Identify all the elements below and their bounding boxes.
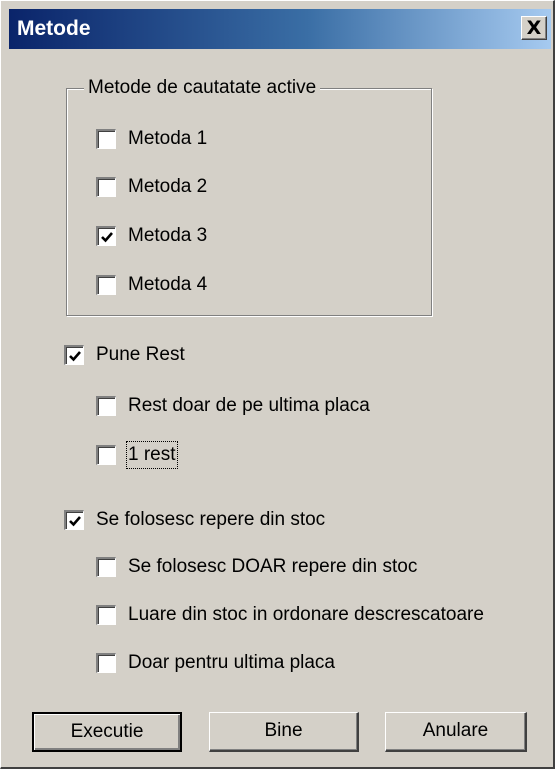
checkmark-icon — [101, 232, 113, 243]
checkbox-label: 1 rest — [126, 441, 178, 469]
checkbox-luare-din-stoc[interactable]: Luare din stoc in ordonare descrescatoar… — [96, 600, 484, 630]
checkbox-box[interactable] — [64, 510, 84, 530]
checkbox-rest-doar-ultima-placa[interactable]: Rest doar de pe ultima placa — [96, 391, 370, 421]
ok-button[interactable]: Bine — [209, 712, 359, 752]
checkbox-1-rest[interactable]: 1 rest — [96, 440, 178, 470]
checkbox-box[interactable] — [96, 275, 116, 295]
checkbox-metoda-2[interactable]: Metoda 2 — [96, 172, 207, 202]
checkbox-box[interactable] — [96, 557, 116, 577]
checkbox-box[interactable] — [96, 605, 116, 625]
checkbox-label: Metoda 1 — [128, 128, 208, 149]
checkbox-label: Metoda 3 — [128, 225, 208, 246]
checkbox-metoda-4[interactable]: Metoda 4 — [96, 270, 207, 300]
close-button[interactable]: X — [521, 16, 547, 40]
cancel-button[interactable]: Anulare — [385, 712, 527, 752]
title-bar[interactable]: Metode X — [9, 9, 551, 49]
checkbox-box[interactable] — [96, 396, 116, 416]
checkbox-label: Rest doar de pe ultima placa — [128, 395, 370, 416]
checkbox-metoda-1[interactable]: Metoda 1 — [96, 124, 207, 154]
checkbox-pune-rest[interactable]: Pune Rest — [64, 340, 185, 370]
checkbox-box[interactable] — [96, 129, 116, 149]
checkbox-label: Metoda 4 — [128, 274, 208, 295]
checkbox-doar-ultima-placa[interactable]: Doar pentru ultima placa — [96, 648, 335, 678]
execute-button[interactable]: Executie — [32, 712, 182, 752]
checkmark-icon — [69, 516, 81, 527]
checkbox-label: Se folosesc DOAR repere din stoc — [128, 556, 418, 577]
checkbox-box[interactable] — [96, 445, 116, 465]
checkmark-icon — [69, 351, 81, 362]
checkbox-metoda-3[interactable]: Metoda 3 — [96, 221, 207, 251]
checkbox-label: Luare din stoc in ordonare descrescatoar… — [128, 604, 484, 625]
checkbox-box[interactable] — [96, 177, 116, 197]
checkbox-box[interactable] — [96, 653, 116, 673]
checkbox-label: Pune Rest — [96, 344, 185, 365]
checkbox-box[interactable] — [64, 345, 84, 365]
checkbox-label: Se folosesc repere din stoc — [96, 509, 326, 530]
group-label: Metode de cautatate active — [84, 76, 321, 100]
checkbox-box[interactable] — [96, 226, 116, 246]
checkbox-label: Doar pentru ultima placa — [128, 652, 335, 673]
window-title: Metode — [17, 17, 91, 40]
checkbox-label: Metoda 2 — [128, 176, 208, 197]
checkbox-doar-repere-din-stoc[interactable]: Se folosesc DOAR repere din stoc — [96, 552, 417, 582]
checkbox-repere-din-stoc[interactable]: Se folosesc repere din stoc — [64, 505, 325, 535]
